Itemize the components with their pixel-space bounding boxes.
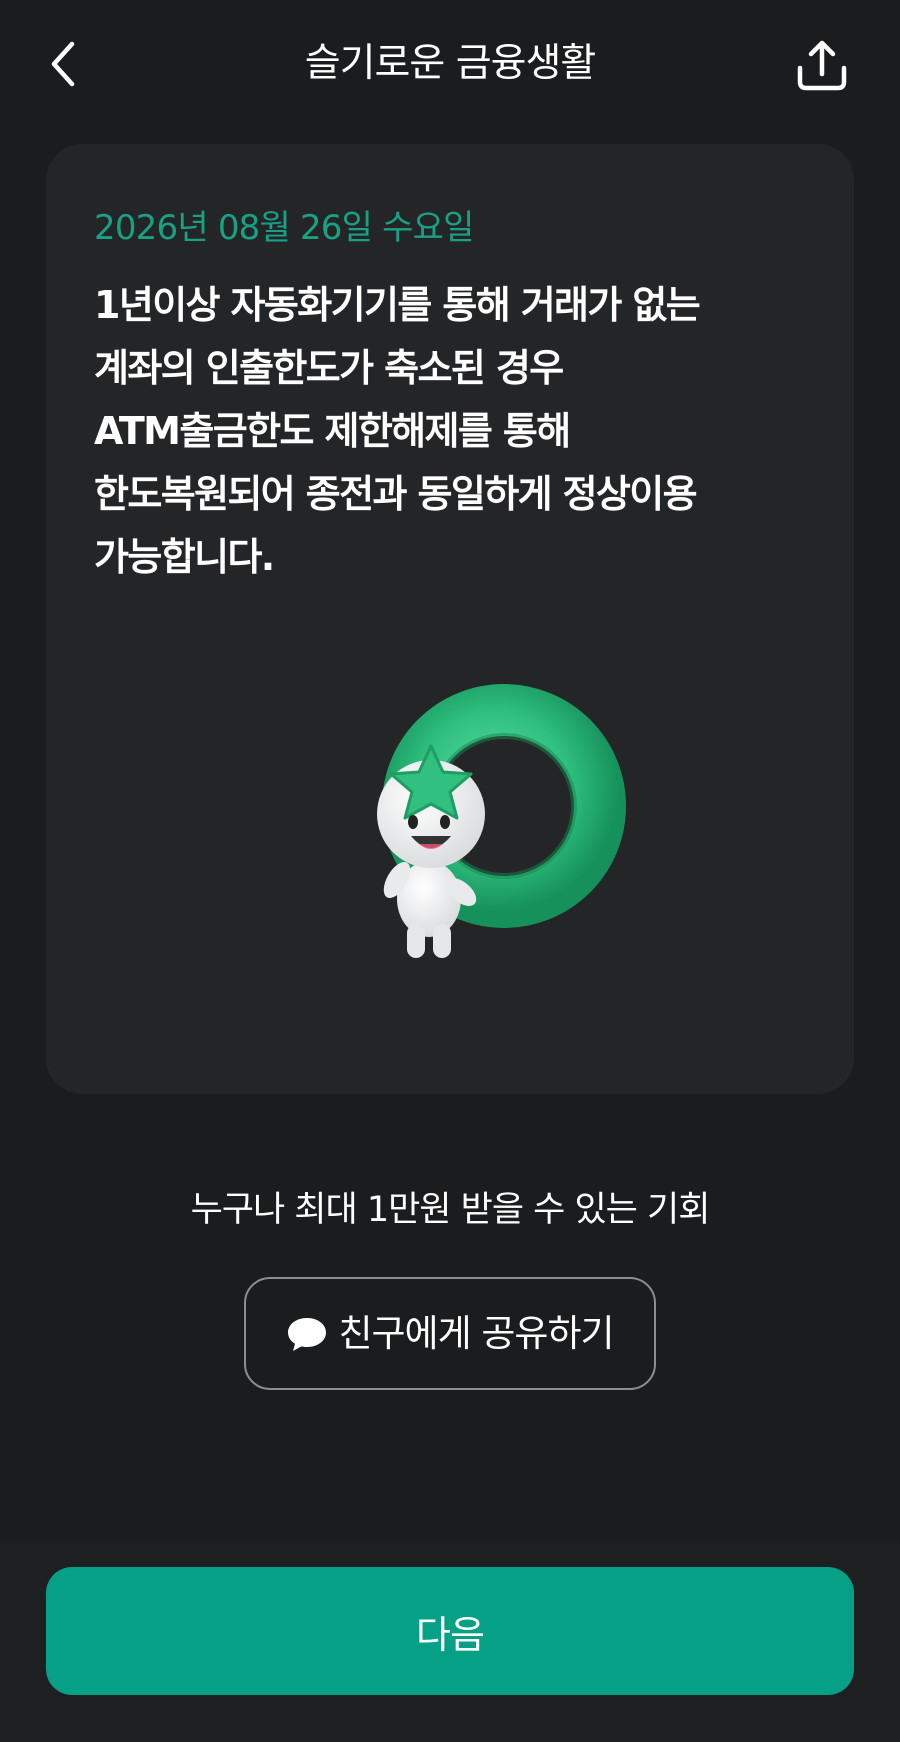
next-button[interactable]: 다음 bbox=[46, 1567, 854, 1695]
promo-text: 누구나 최대 1만원 받을 수 있는 기회 bbox=[190, 1190, 711, 1230]
top-app-bar: 슬기로운 금융생활 bbox=[0, 0, 900, 130]
share-with-friend-button[interactable]: 친구에게 공유하기 bbox=[244, 1277, 656, 1390]
card-message-line: 1년이상 자동화기기를 통해 거래가 없는 bbox=[94, 283, 701, 327]
card-message-line: 한도복원되어 종전과 동일하게 정상이용 bbox=[94, 472, 698, 516]
share-with-friend-label: 친구에게 공유하기 bbox=[338, 1311, 614, 1355]
mascot-illustration bbox=[377, 684, 626, 958]
share-upload-icon bbox=[797, 40, 847, 91]
card-message-line: ATM출금한도 제한해제를 통해 bbox=[94, 409, 571, 453]
bottom-action-bar: 다음 bbox=[0, 1540, 900, 1742]
card-message: 1년이상 자동화기기를 통해 거래가 없는 계좌의 인출한도가 축소된 경우 A… bbox=[94, 274, 814, 589]
daily-tip-card: 2026년 08월 26일 수요일 1년이상 자동화기기를 통해 거래가 없는 … bbox=[46, 144, 854, 1094]
chat-bubble-icon bbox=[288, 1317, 327, 1351]
card-date: 2026년 08월 26일 수요일 bbox=[94, 208, 474, 248]
card-message-line: 가능합니다. bbox=[94, 535, 275, 579]
card-message-line: 계좌의 인출한도가 축소된 경우 bbox=[94, 346, 564, 390]
share-button[interactable] bbox=[794, 38, 850, 94]
page-title: 슬기로운 금융생활 bbox=[304, 41, 596, 86]
